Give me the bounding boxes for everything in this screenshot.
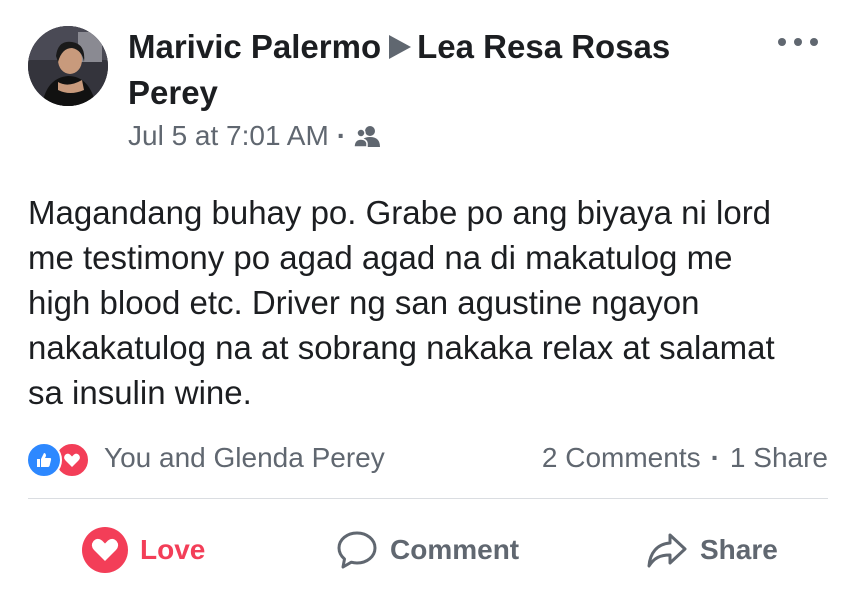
post-body: Magandang buhay po. Grabe po ang biyaya … <box>28 190 838 415</box>
share-button[interactable]: Share <box>646 520 778 580</box>
reaction-icons <box>26 440 96 478</box>
more-dot-icon <box>810 38 818 46</box>
friends-icon[interactable] <box>354 125 381 147</box>
more-options-button[interactable] <box>778 30 818 54</box>
avatar[interactable] <box>28 26 108 106</box>
more-dot-icon <box>778 38 786 46</box>
arrow-right-icon <box>389 35 412 59</box>
share-icon <box>647 533 687 568</box>
post-timestamp[interactable]: Jul 5 at 7:01 AM <box>128 118 329 154</box>
post-text-line: Magandang buhay po. Grabe po ang biyaya … <box>28 194 772 231</box>
comment-label: Comment <box>390 534 520 565</box>
meta-separator: · <box>336 120 347 151</box>
post-header-names: Marivic Palermo Lea Resa Rosas Perey <box>128 24 738 116</box>
post-text-line: high blood etc. Driver ng san agustine n… <box>28 284 700 321</box>
like-icon <box>26 442 62 478</box>
post-text-line: sa insulin wine. <box>28 374 252 411</box>
shares-count[interactable]: 1 Share <box>730 442 828 474</box>
reactions-text: You and Glenda Perey <box>104 442 385 473</box>
post-text-line: me testimony po agad agad na di makatulo… <box>28 239 733 276</box>
divider <box>28 498 828 499</box>
recipient-name-line1: Lea Resa Rosas <box>417 28 671 65</box>
love-label: Love <box>140 534 206 565</box>
comment-icon <box>337 531 377 569</box>
post-actions: Love Comment Share <box>0 520 850 580</box>
post-text-line: nakakatulog na at sobrang nakaka relax a… <box>28 329 775 366</box>
comment-button[interactable]: Comment <box>336 520 519 580</box>
post-meta: Jul 5 at 7:01 AM · <box>128 118 381 154</box>
comments-count[interactable]: 2 Comments <box>542 442 701 474</box>
love-button[interactable]: Love <box>82 520 205 580</box>
avatar-photo <box>28 26 108 106</box>
share-label: Share <box>700 534 778 565</box>
engagement-counts: 2 Comments · 1 Share <box>542 438 828 478</box>
feed-post: Marivic Palermo Lea Resa Rosas Perey Jul 5… <box>0 0 850 590</box>
more-dot-icon <box>794 38 802 46</box>
author-name[interactable]: Marivic Palermo <box>128 28 381 65</box>
love-reaction-icon <box>82 527 128 573</box>
reactions-summary[interactable]: You and Glenda Perey <box>26 438 385 478</box>
counts-separator: · <box>710 442 720 473</box>
recipient-name-line2: Perey <box>128 74 218 111</box>
